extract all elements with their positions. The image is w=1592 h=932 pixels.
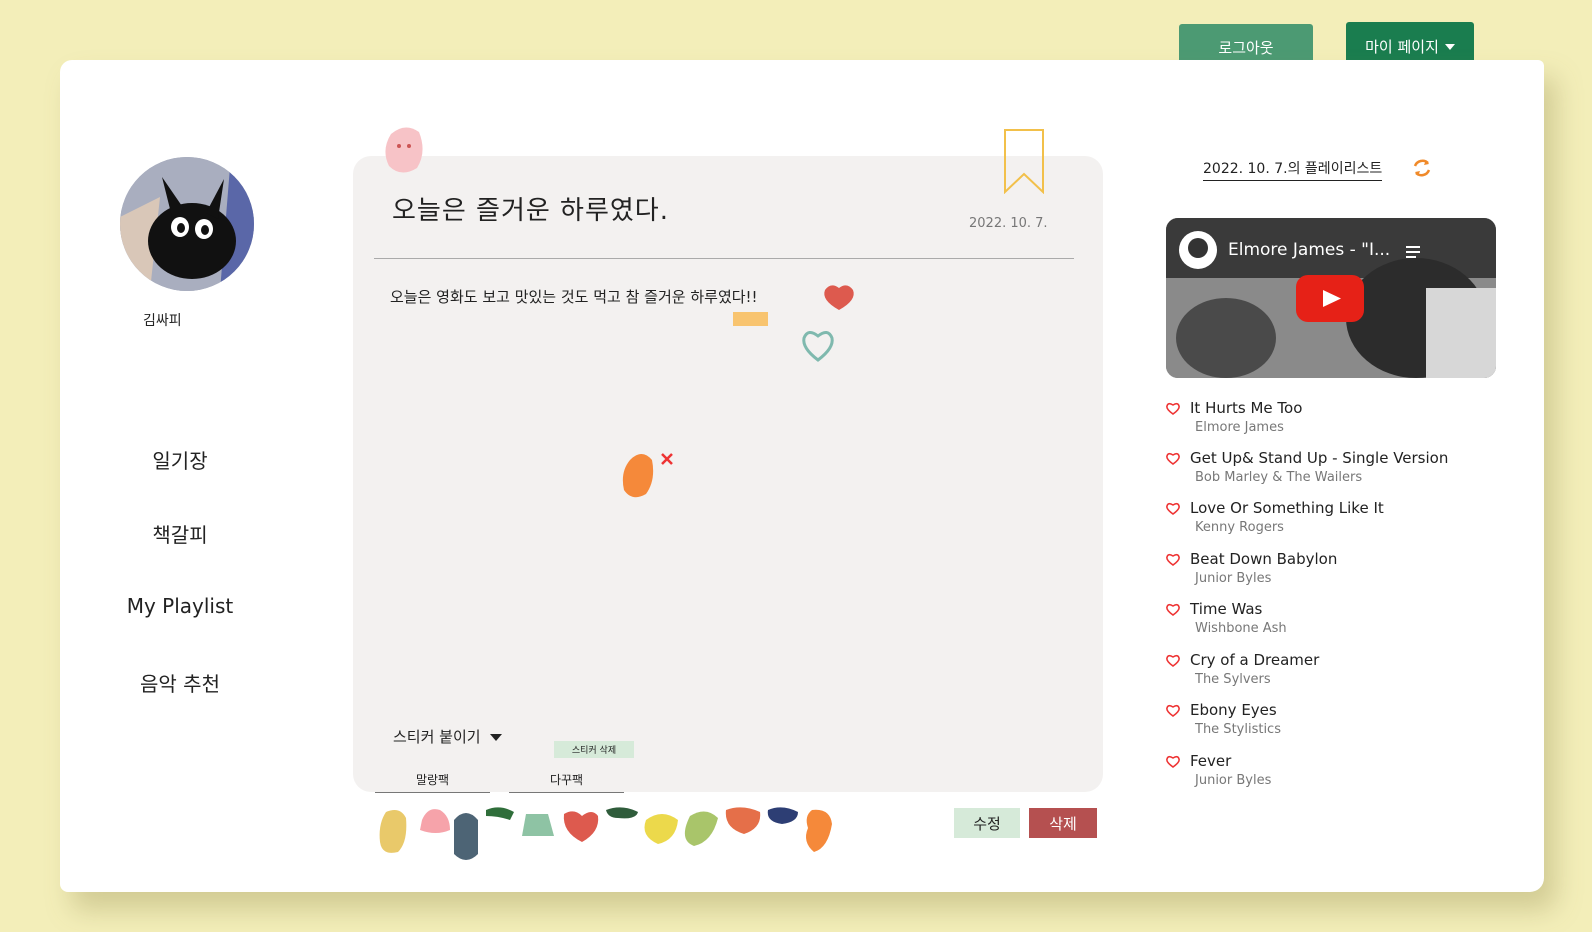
youtube-video-player[interactable]: Elmore James - "I... <box>1166 218 1496 378</box>
yellow-tape-sticker <box>733 312 768 326</box>
caret-down-icon <box>490 734 503 741</box>
heart-icon[interactable] <box>1166 654 1180 667</box>
heart-icon[interactable] <box>1166 452 1180 465</box>
nav-bookmark[interactable]: 책갈피 <box>100 519 260 548</box>
diary-date: 2022. 10. 7. <box>969 216 1048 231</box>
channel-avatar <box>1179 231 1217 269</box>
heart-icon[interactable] <box>1166 553 1180 566</box>
bookmark-icon[interactable] <box>1003 128 1045 194</box>
orange-blob-sticker <box>622 453 673 498</box>
song-artist: Wishbone Ash <box>1195 621 1287 636</box>
diary-title: 오늘은 즐거운 하루였다. <box>392 196 669 226</box>
song-title: Love Or Something Like It <box>1190 499 1384 517</box>
sticker-toggle-label: 스티커 붙이기 <box>393 728 481 746</box>
song-title: Fever <box>1190 752 1232 770</box>
nav-my-playlist[interactable]: My Playlist <box>100 594 260 618</box>
song-title: Get Up& Stand Up - Single Version <box>1190 449 1449 467</box>
refresh-icon[interactable] <box>1411 157 1433 179</box>
song-title: It Hurts Me Too <box>1190 399 1303 417</box>
tab-dakku-pack[interactable]: 다꾸팩 <box>509 771 624 793</box>
diary-card: 오늘은 즐거운 하루였다. 2022. 10. 7. 오늘은 영화도 보고 맛있… <box>353 156 1103 793</box>
song-artist: Bob Marley & The Wailers <box>1195 470 1363 485</box>
playlist-title[interactable]: 2022. 10. 7.의 플레이리스트 <box>1203 158 1383 181</box>
sticker-toggle-button[interactable]: 스티커 붙이기 <box>393 726 503 747</box>
song-artist: Junior Byles <box>1195 773 1272 788</box>
song-artist: Kenny Rogers <box>1195 520 1284 535</box>
song-title: Cry of a Dreamer <box>1190 651 1320 669</box>
song-artist: Elmore James <box>1195 420 1284 435</box>
song-artist: Junior Byles <box>1195 571 1272 586</box>
avatar <box>120 157 254 291</box>
tab-malang-pack[interactable]: 말랑팩 <box>375 771 490 793</box>
playlist-queue-icon[interactable] <box>1406 244 1424 260</box>
song-artist: The Stylistics <box>1195 722 1281 737</box>
video-title: Elmore James - "I... <box>1228 240 1391 260</box>
red-heart-sticker <box>824 285 854 310</box>
nav-diary[interactable]: 일기장 <box>100 445 260 474</box>
song-title: Beat Down Babylon <box>1190 550 1338 568</box>
nav-music-recommend[interactable]: 음악 추천 <box>100 668 260 697</box>
song-artist: The Sylvers <box>1195 672 1271 687</box>
heart-icon[interactable] <box>1166 755 1180 768</box>
sticker-palette[interactable] <box>378 806 858 872</box>
edit-button[interactable]: 수정 <box>954 808 1020 838</box>
heart-icon[interactable] <box>1166 603 1180 616</box>
diary-body: 오늘은 영화도 보고 맛있는 것도 먹고 참 즐거운 하루였다!! <box>390 288 758 306</box>
sticker-delete-button[interactable]: 스티커 삭제 <box>554 741 634 758</box>
mypage-label: 마이 페이지 <box>1365 38 1439 56</box>
heart-icon[interactable] <box>1166 502 1180 515</box>
heart-icon[interactable] <box>1166 704 1180 717</box>
heart-icon[interactable] <box>1166 402 1180 415</box>
pink-blob-sticker <box>385 127 423 173</box>
song-title: Ebony Eyes <box>1190 701 1277 719</box>
divider <box>374 258 1074 259</box>
play-button[interactable] <box>1296 275 1364 322</box>
outline-heart-sticker <box>802 331 834 362</box>
username: 김싸피 <box>143 313 182 329</box>
caret-down-icon <box>1444 43 1455 50</box>
play-icon <box>1323 290 1341 307</box>
delete-button[interactable]: 삭제 <box>1029 808 1097 838</box>
song-title: Time Was <box>1190 600 1263 618</box>
